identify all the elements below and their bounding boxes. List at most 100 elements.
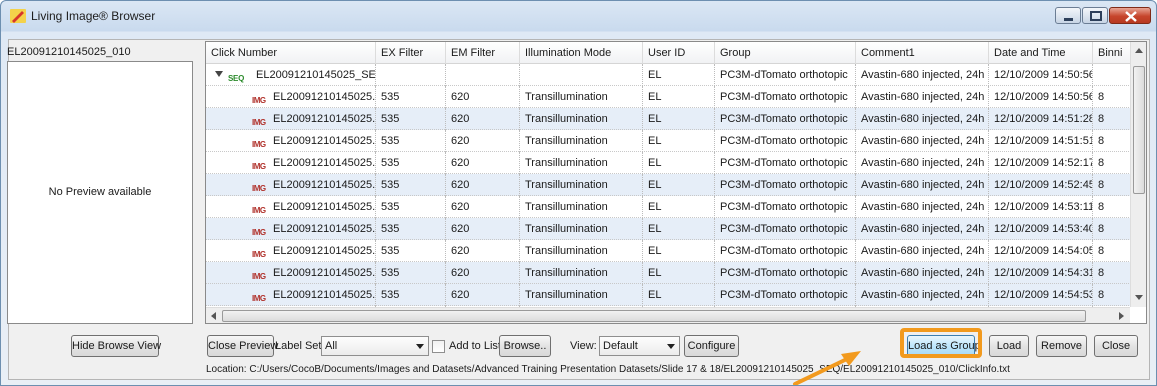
tree-expand-icon[interactable]	[215, 71, 223, 77]
cell-binning: 8	[1098, 91, 1105, 103]
close-window-button[interactable]	[1109, 7, 1151, 24]
cell-group: PC3M-dTomato orthotopic	[715, 240, 856, 262]
table-row[interactable]: IMG EL20091210145025...535620Transillumin…	[206, 86, 1131, 108]
scroll-down-icon[interactable]	[1135, 295, 1143, 300]
add-to-list-checkbox[interactable]	[432, 340, 445, 353]
cell-click-number: IMG EL20091210145025...	[206, 152, 376, 174]
cell-binning: 8	[1098, 201, 1105, 213]
cell-illumination	[520, 64, 643, 86]
window-title: Living Image® Browser	[31, 9, 156, 23]
table-row[interactable]: IMG EL20091210145025...535620Transillumin…	[206, 262, 1131, 284]
cell-comment: Avastin-680 injected, 24h	[856, 218, 989, 240]
minimize-button[interactable]	[1055, 7, 1081, 24]
view-dropdown[interactable]: Default	[599, 336, 680, 356]
image-icon: IMG	[252, 140, 266, 149]
vertical-scroll-thumb[interactable]	[1133, 66, 1145, 194]
cell-em-filter: 620	[446, 130, 520, 152]
table-row[interactable]: IMG EL20091210145025...535620Transillumin…	[206, 196, 1131, 218]
table-row[interactable]: IMG EL20091210145025...535620Transillumin…	[206, 240, 1131, 262]
remove-button[interactable]: Remove	[1036, 335, 1087, 357]
cell-illumination: Transillumination	[520, 152, 643, 174]
column-header-user-id[interactable]: User ID	[643, 42, 715, 64]
close-window-icon	[1125, 11, 1137, 22]
cell-user-id: EL	[643, 174, 715, 196]
cell-comment: Avastin-680 injected, 24h	[856, 262, 989, 284]
cell-click-number: IMG EL20091210145025...	[206, 262, 376, 284]
vertical-scrollbar[interactable]	[1130, 42, 1146, 307]
cell-user-id: EL	[643, 218, 715, 240]
sequence-row[interactable]: SEQ EL20091210145025_SEQ EL PC3M-dTomato or…	[206, 64, 1131, 86]
app-logo-icon	[10, 9, 26, 23]
browser-window: Living Image® Browser EL20091210145025_0…	[0, 0, 1157, 386]
column-header-em-filter[interactable]: EM Filter	[446, 42, 520, 64]
column-header-click-number[interactable]: Click Number	[206, 42, 376, 64]
cell-date-time: 12/10/2009 14:52:17	[989, 152, 1093, 174]
cell-ex-filter: 535	[376, 152, 446, 174]
scroll-up-icon[interactable]	[1135, 48, 1143, 53]
dropdown-icon	[667, 344, 675, 349]
cell-user-id: EL	[643, 284, 715, 306]
cell-click-number: IMG EL20091210145025...	[206, 130, 376, 152]
cell-binning: 8	[1098, 223, 1105, 235]
cell-ex-filter: 535	[376, 196, 446, 218]
column-header-date-and-time[interactable]: Date and Time	[989, 42, 1093, 64]
label-set-dropdown[interactable]: All	[321, 336, 429, 356]
horizontal-scrollbar[interactable]	[206, 307, 1130, 323]
cell-click-number: IMG EL20091210145025...	[206, 284, 376, 306]
cell-date-time: 12/10/2009 14:53:40	[989, 218, 1093, 240]
table-row[interactable]: IMG EL20091210145025...535620Transillumin…	[206, 284, 1131, 306]
sequence-icon: SEQ	[228, 74, 244, 83]
horizontal-scroll-thumb[interactable]	[222, 310, 1086, 322]
column-header-illumination-mode[interactable]: Illumination Mode	[520, 42, 643, 64]
cell-em-filter: 620	[446, 284, 520, 306]
column-header-ex-filter[interactable]: EX Filter	[376, 42, 446, 64]
close-preview-button[interactable]: Close Preview	[207, 335, 278, 357]
cell-user-id: EL	[643, 196, 715, 218]
pointer-arrow-icon	[793, 351, 861, 385]
browse-button[interactable]: Browse..	[499, 335, 551, 357]
cell-date-time: 12/10/2009 14:50:56	[989, 64, 1093, 86]
image-icon: IMG	[252, 250, 266, 259]
cell-date-time: 12/10/2009 14:50:56	[989, 86, 1093, 108]
scroll-right-icon[interactable]	[1119, 312, 1124, 320]
maximize-icon	[1090, 11, 1102, 21]
cell-user-id: EL	[643, 262, 715, 284]
column-header-group[interactable]: Group	[715, 42, 856, 64]
cell-date-time: 12/10/2009 14:52:45	[989, 174, 1093, 196]
table-row[interactable]: IMG EL20091210145025...535620Transillumin…	[206, 108, 1131, 130]
cell-group: PC3M-dTomato orthotopic	[715, 108, 856, 130]
label-set-label: Label Set:	[275, 340, 325, 352]
image-name: EL20091210145025...	[273, 223, 376, 235]
table-row[interactable]: IMG EL20091210145025...535620Transillumin…	[206, 152, 1131, 174]
cell-comment: Avastin-680 injected, 24h	[856, 152, 989, 174]
image-name: EL20091210145025...	[273, 135, 376, 147]
cell-group: PC3M-dTomato orthotopic	[715, 86, 856, 108]
image-name: EL20091210145025...	[273, 245, 376, 257]
configure-button[interactable]: Configure	[684, 335, 739, 357]
cell-comment: Avastin-680 injected, 24h	[856, 196, 989, 218]
title-bar: Living Image® Browser	[1, 1, 1156, 31]
cell-comment: Avastin-680 injected, 24h	[856, 64, 989, 86]
column-header-binning[interactable]: Binni	[1093, 42, 1133, 64]
table-row[interactable]: IMG EL20091210145025...535620Transillumin…	[206, 174, 1131, 196]
table-row[interactable]: IMG EL20091210145025...535620Transillumin…	[206, 218, 1131, 240]
scroll-left-icon[interactable]	[211, 312, 216, 320]
maximize-button[interactable]	[1082, 7, 1108, 24]
cell-em-filter: 620	[446, 240, 520, 262]
cell-ex-filter: 535	[376, 262, 446, 284]
cell-em-filter: 620	[446, 174, 520, 196]
cell-user-id: EL	[643, 130, 715, 152]
cell-comment: Avastin-680 injected, 24h	[856, 284, 989, 306]
column-header-comment1[interactable]: Comment1	[856, 42, 989, 64]
preview-panel: No Preview available	[7, 61, 193, 324]
cell-click-number: IMG EL20091210145025...	[206, 240, 376, 262]
close-button[interactable]: Close	[1094, 335, 1138, 357]
cell-user-id: EL	[643, 152, 715, 174]
preview-placeholder: No Preview available	[48, 186, 152, 198]
cell-click-number: IMG EL20091210145025...	[206, 218, 376, 240]
table-row[interactable]: IMG EL20091210145025...535620Transillumin…	[206, 130, 1131, 152]
hide-browse-view-button[interactable]: Hide Browse View	[71, 335, 161, 357]
cell-comment: Avastin-680 injected, 24h	[856, 108, 989, 130]
load-button[interactable]: Load	[989, 335, 1029, 357]
cell-date-time: 12/10/2009 14:54:05	[989, 240, 1093, 262]
